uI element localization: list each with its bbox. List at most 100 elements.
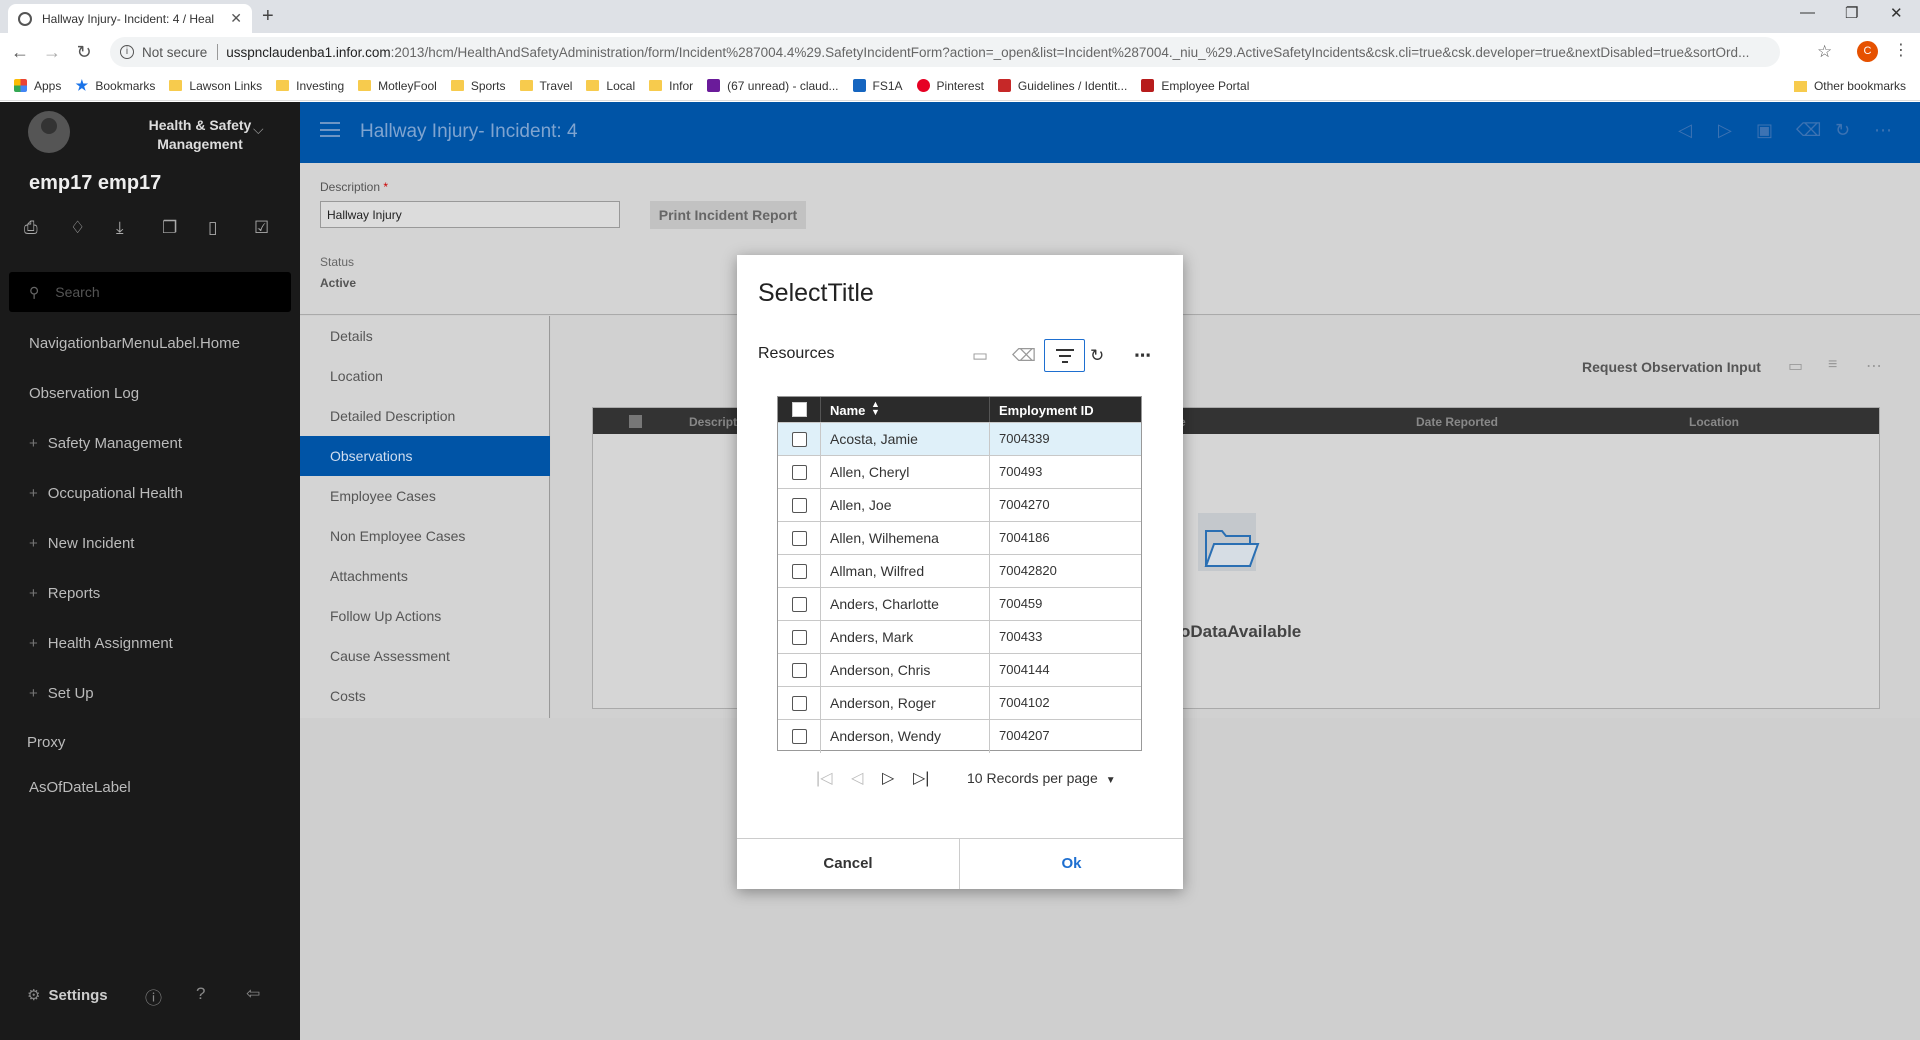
info-icon[interactable]: i [120,45,134,59]
other-bookmarks[interactable]: Other bookmarks [1793,79,1906,93]
row-checkbox[interactable] [792,432,807,447]
subnav-item-costs[interactable]: Costs [300,676,550,716]
address-bar[interactable]: i Not secure usspnclaudenba1.infor.com:2… [110,37,1780,67]
bookmark-pinterest[interactable]: Pinterest [916,79,984,93]
logout-icon[interactable]: ⇦ [246,984,260,1004]
table-row[interactable]: Acosta, Jamie 7004339 [778,422,1141,456]
subnav-item-employee-cases[interactable]: Employee Cases [300,476,550,516]
subnav-item-detailed-description[interactable]: Detailed Description [300,396,550,436]
column-header-description[interactable]: Descript [689,415,737,429]
subnav-item-details[interactable]: Details [300,316,550,356]
filter-icon[interactable]: ≡ [1828,356,1837,374]
restore-icon[interactable]: ❐ [1845,4,1858,22]
sidebar-item-as-of-date[interactable]: AsOfDateLabel [29,779,131,796]
column-header-name[interactable]: Name [830,403,865,418]
more-options-icon[interactable]: ⋯ [1134,346,1151,366]
subnav-item-observations[interactable]: Observations [300,436,550,476]
table-row[interactable]: Allen, Cheryl 700493 [778,455,1141,489]
reload-icon[interactable]: ↻ [72,42,96,63]
minimize-icon[interactable]: — [1800,4,1815,21]
subnav-item-attachments[interactable]: Attachments [300,556,550,596]
row-checkbox[interactable] [792,630,807,645]
table-row[interactable]: Anderson, Wendy 7004207 [778,719,1141,753]
new-tab-icon[interactable]: + [262,5,274,28]
row-checkbox[interactable] [792,729,807,744]
app-name[interactable]: Health & Safety Management [130,116,270,154]
print-incident-report-button[interactable]: Print Incident Report [650,201,806,229]
printer-icon[interactable]: ⎙ [24,218,70,238]
previous-icon[interactable]: ◁ [1678,120,1692,141]
description-field[interactable]: Hallway Injury [320,201,620,228]
sidebar-item-safety-management[interactable]: + Safety Management [29,435,182,452]
table-row[interactable]: Anderson, Roger 7004102 [778,686,1141,720]
bookmark-lawson-links[interactable]: Lawson Links [169,79,262,93]
folder-open-icon[interactable]: ▭ [1788,356,1803,376]
last-page-icon[interactable]: ▷| [913,768,929,788]
bookmark-guidelines-identit[interactable]: Guidelines / Identit... [997,79,1127,93]
column-header-date-reported[interactable]: Date Reported [1416,415,1498,429]
sidebar-item-proxy[interactable]: Proxy [27,734,65,751]
sidebar-item-set-up[interactable]: + Set Up [29,685,94,702]
forward-icon[interactable]: → [40,42,64,63]
help-icon[interactable]: ? [196,984,205,1004]
hamburger-menu-icon[interactable] [320,122,340,137]
table-row[interactable]: Anderson, Chris 7004144 [778,653,1141,687]
refresh-icon[interactable]: ↻ [1835,120,1850,141]
subnav-item-location[interactable]: Location [300,356,550,396]
subnav-item-non-employee-cases[interactable]: Non Employee Cases [300,516,550,556]
bookmark-67-unread-claud[interactable]: (67 unread) - claud... [707,79,839,93]
bookmark-infor[interactable]: Infor [649,79,693,93]
column-header-location[interactable]: Location [1689,415,1739,429]
info-circle-icon[interactable]: ⓘ [145,984,162,1009]
browser-menu-icon[interactable]: ⋮ [1893,40,1909,60]
sidebar-search-input[interactable]: ⚲ Search [9,272,291,312]
table-row[interactable]: Allman, Wilfred 70042820 [778,554,1141,588]
delete-icon[interactable]: ⌫ [1012,346,1036,366]
row-checkbox[interactable] [792,498,807,513]
row-checkbox[interactable] [792,564,807,579]
more-options-icon[interactable]: ⋯ [1874,120,1892,141]
row-checkbox[interactable] [792,663,807,678]
table-row[interactable]: Anders, Mark 700433 [778,620,1141,654]
next-page-icon[interactable]: ▷ [882,768,894,788]
subnav-item-follow-up-actions[interactable]: Follow Up Actions [300,596,550,636]
close-tab-icon[interactable]: ✕ [230,10,242,27]
delete-icon[interactable]: ⌫ [1796,120,1821,141]
row-checkbox[interactable] [792,531,807,546]
previous-page-icon[interactable]: ◁ [851,768,863,788]
bookmark-bookmarks[interactable]: Bookmarks [75,79,155,93]
next-icon[interactable]: ▷ [1718,120,1732,141]
table-row[interactable]: Allen, Joe 7004270 [778,488,1141,522]
folder-open-icon[interactable]: ▭ [972,346,988,366]
bookmark-travel[interactable]: Travel [519,79,572,93]
cancel-button[interactable]: Cancel [737,839,960,889]
sidebar-item-reports[interactable]: + Reports [29,585,100,602]
sidebar-item-observation-log[interactable]: Observation Log [29,385,139,402]
bookmark-motleyfool[interactable]: MotleyFool [358,79,437,93]
subnav-item-cause-assessment[interactable]: Cause Assessment [300,636,550,676]
filter-button[interactable] [1044,339,1085,372]
refresh-icon[interactable]: ↻ [1090,346,1104,366]
bookmark-local[interactable]: Local [586,79,635,93]
sidebar-item-health-assignment[interactable]: + Health Assignment [29,635,173,652]
save-icon[interactable]: ▣ [1756,120,1773,141]
sort-icon[interactable]: ▲ ▼ [871,400,880,417]
back-icon[interactable]: ← [8,42,32,63]
select-all-checkbox[interactable] [792,402,807,417]
row-checkbox[interactable] [792,465,807,480]
bookmark-apps[interactable]: Apps [14,79,61,93]
bookmark-sports[interactable]: Sports [450,79,506,93]
row-checkbox[interactable] [792,696,807,711]
row-checkbox[interactable] [792,597,807,612]
chevron-down-icon[interactable]: ⌵ [253,121,264,138]
checkbox-icon[interactable]: ☑ [254,218,300,238]
select-all-checkbox[interactable] [629,415,642,428]
more-options-icon[interactable]: ⋯ [1866,356,1882,376]
document-icon[interactable]: ▯ [208,218,254,238]
sidebar-item-occupational-health[interactable]: + Occupational Health [29,485,183,502]
bell-icon[interactable]: ♢ [70,218,116,238]
bookmark-fs1a[interactable]: FS1A [852,79,903,93]
profile-avatar[interactable]: C [1857,41,1878,62]
copy-icon[interactable]: ❐ [162,218,208,238]
sidebar-item-new-incident[interactable]: + New Incident [29,535,134,552]
